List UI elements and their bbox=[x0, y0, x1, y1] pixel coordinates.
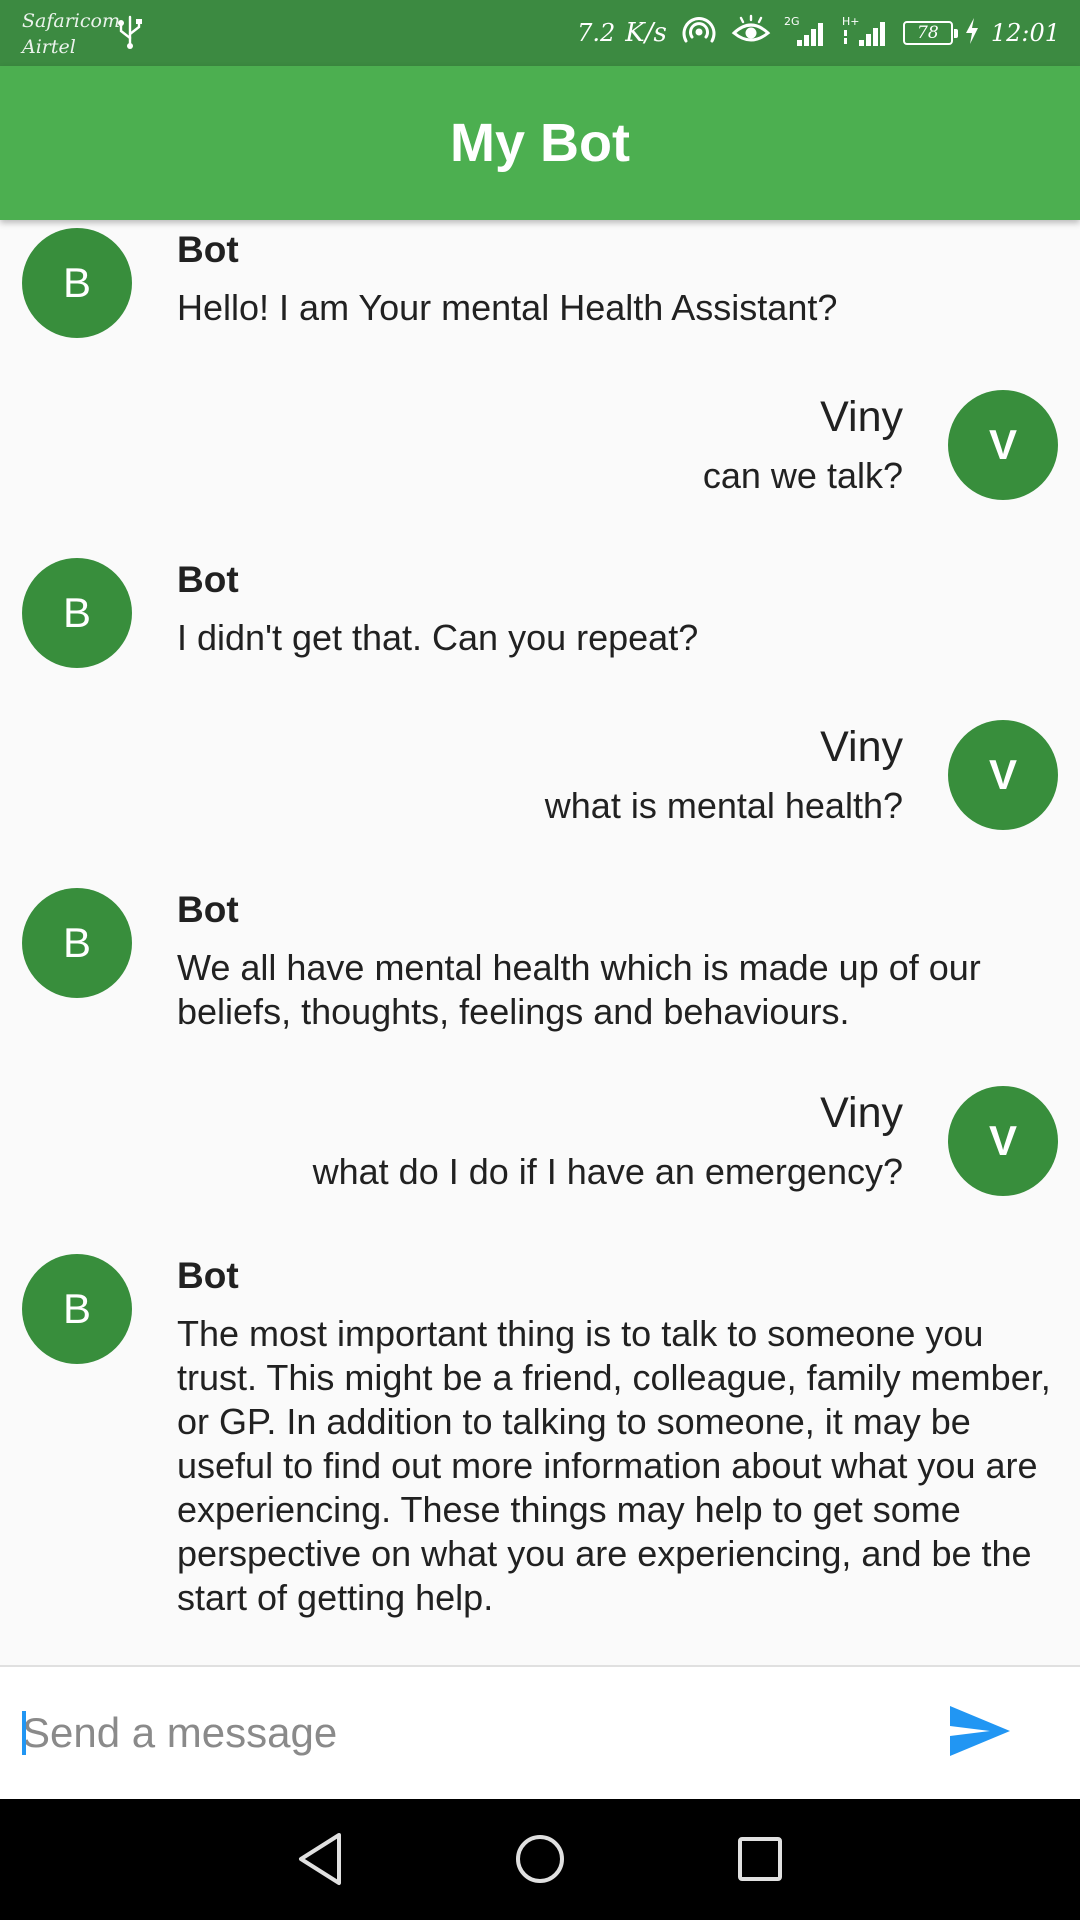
sender-name: Bot bbox=[177, 229, 239, 270]
sender-name: Bot bbox=[177, 1255, 239, 1296]
network-speed-value: 7.2 bbox=[577, 19, 616, 47]
message-body: Bot The most important thing is to talk … bbox=[177, 1250, 1057, 1620]
carrier-1: Safaricom bbox=[22, 10, 120, 32]
recents-square-icon bbox=[734, 1833, 786, 1890]
app-bar: My Bot bbox=[0, 66, 1080, 220]
message-text: I didn't get that. Can you repeat? bbox=[177, 617, 699, 658]
signal-hplus-icon: H+ bbox=[841, 14, 891, 53]
usb-icon bbox=[116, 14, 144, 50]
message-text: We all have mental health which is made … bbox=[177, 947, 981, 1032]
back-triangle-icon bbox=[295, 1831, 345, 1892]
send-icon bbox=[948, 1703, 1012, 1764]
status-time: 12:01 bbox=[990, 19, 1060, 47]
carrier-names: Safaricom Airtel bbox=[22, 8, 120, 60]
message-text: can we talk? bbox=[702, 455, 903, 496]
sender-name: Viny bbox=[820, 1089, 903, 1137]
network-2-label: H+ bbox=[842, 15, 860, 28]
network-1-label: 2G bbox=[784, 15, 800, 28]
message-body: Viny can we talk? bbox=[143, 380, 903, 498]
status-indicators: 7.2 K/s 2G H+ 78 12:01 bbox=[577, 0, 1060, 66]
message-body: Bot We all have mental health which is m… bbox=[177, 884, 1057, 1034]
message-text: what is mental health? bbox=[544, 785, 903, 826]
text-cursor bbox=[22, 1711, 26, 1755]
home-circle-icon bbox=[512, 1831, 568, 1892]
message-body: Viny what do I do if I have an emergency… bbox=[143, 1076, 903, 1194]
sender-name: Bot bbox=[177, 559, 239, 600]
nav-recents-button[interactable] bbox=[728, 1829, 792, 1893]
message-body: Bot I didn't get that. Can you repeat? bbox=[177, 554, 1057, 660]
carrier-2: Airtel bbox=[22, 36, 76, 58]
message-composer bbox=[0, 1665, 1080, 1799]
message-text: Hello! I am Your mental Health Assistant… bbox=[177, 287, 838, 328]
avatar: B bbox=[22, 228, 132, 338]
status-bar: Safaricom Airtel 7.2 K/s 2G H+ 78 12:01 bbox=[0, 0, 1080, 66]
chat-list[interactable]: B Bot Hello! I am Your mental Health Ass… bbox=[0, 220, 1080, 1665]
avatar: B bbox=[22, 558, 132, 668]
battery-indicator: 78 bbox=[902, 21, 958, 45]
signal-2g-icon: 2G bbox=[783, 14, 829, 53]
eye-comfort-icon bbox=[731, 14, 771, 53]
message-text: The most important thing is to talk to s… bbox=[177, 1313, 1051, 1618]
system-nav-bar bbox=[0, 1799, 1080, 1920]
message-body: Viny what is mental health? bbox=[143, 710, 903, 828]
send-button[interactable] bbox=[940, 1697, 1020, 1769]
sender-name: Bot bbox=[177, 889, 239, 930]
hotspot-icon bbox=[679, 14, 719, 53]
message-text: what do I do if I have an emergency? bbox=[312, 1151, 903, 1192]
app-title: My Bot bbox=[450, 113, 630, 173]
nav-back-button[interactable] bbox=[288, 1829, 352, 1893]
avatar: V bbox=[948, 390, 1058, 500]
avatar: V bbox=[948, 1086, 1058, 1196]
sender-name: Viny bbox=[820, 723, 903, 771]
avatar: V bbox=[948, 720, 1058, 830]
network-speed-unit: K/s bbox=[625, 18, 667, 48]
nav-home-button[interactable] bbox=[508, 1829, 572, 1893]
charging-bolt-icon bbox=[965, 17, 979, 50]
network-speed: 7.2 K/s bbox=[577, 18, 667, 48]
avatar: B bbox=[22, 888, 132, 998]
sender-name: Viny bbox=[820, 393, 903, 441]
avatar: B bbox=[22, 1254, 132, 1364]
message-body: Bot Hello! I am Your mental Health Assis… bbox=[177, 224, 1057, 330]
message-input[interactable] bbox=[22, 1693, 902, 1773]
